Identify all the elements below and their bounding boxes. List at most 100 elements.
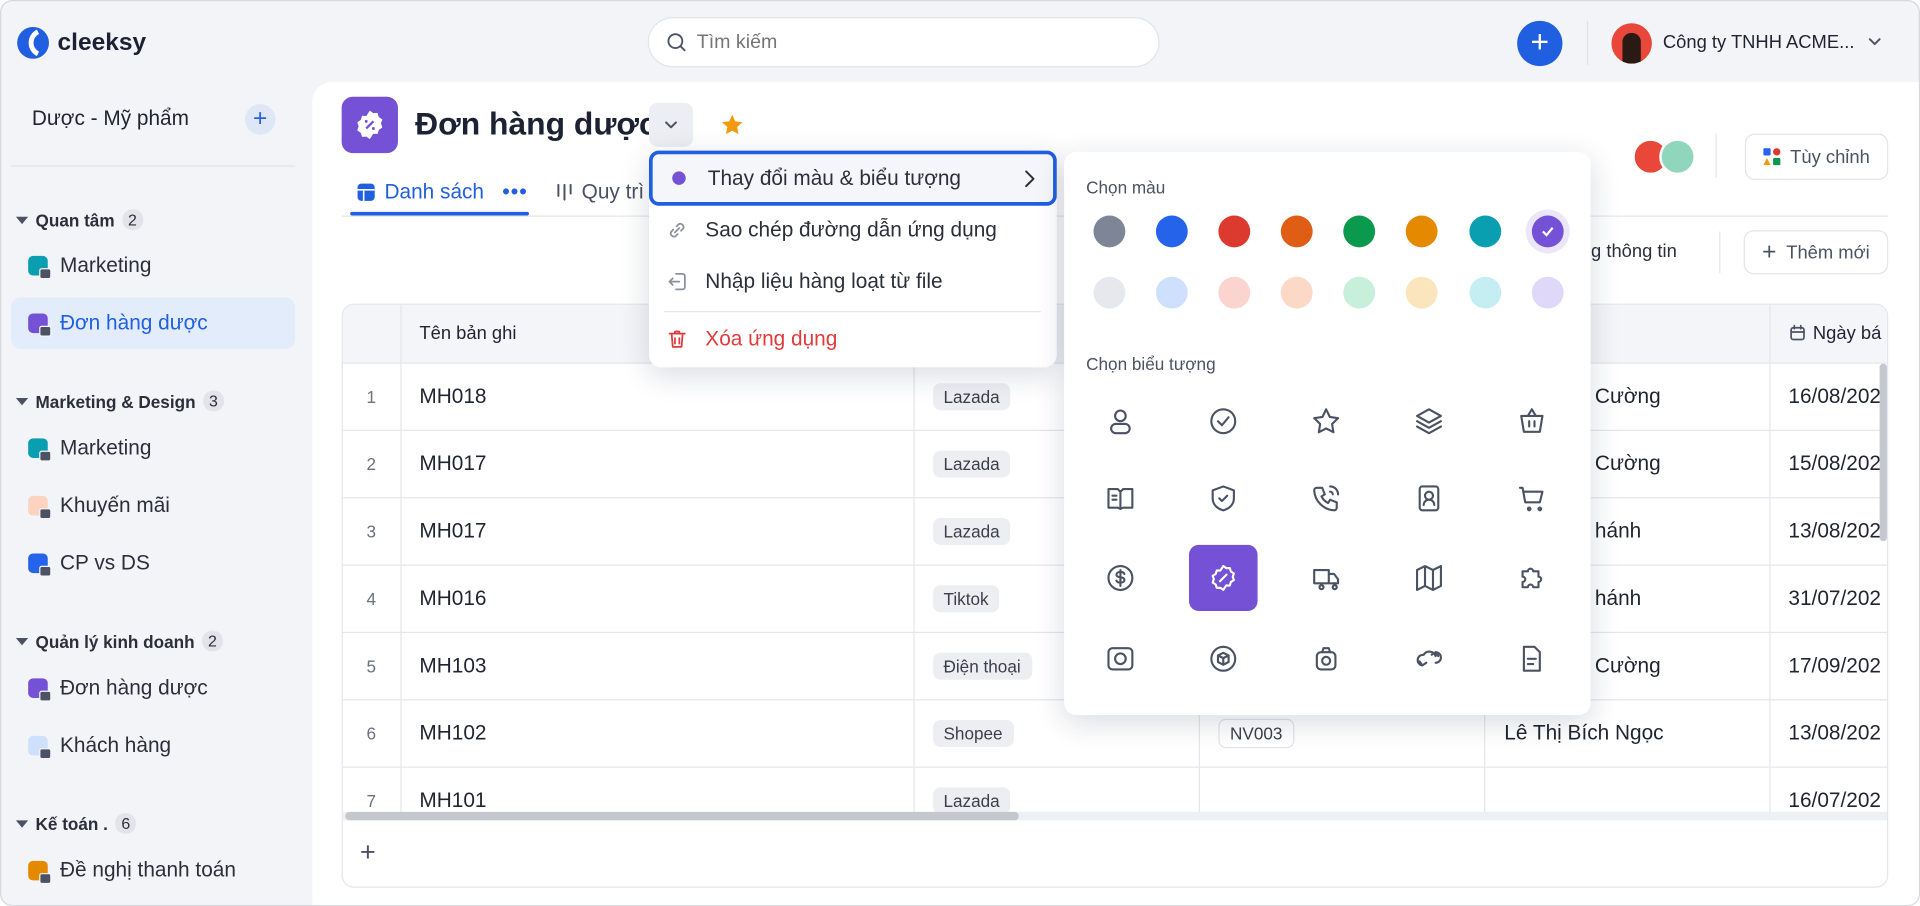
workspace-name[interactable]: Dược - Mỹ phẩm	[32, 107, 189, 131]
member-avatar[interactable]	[1659, 138, 1696, 176]
record-name-cell[interactable]: MH016	[400, 564, 915, 633]
horizontal-scrollbar[interactable]	[342, 811, 1887, 821]
icon-option[interactable]	[1086, 545, 1155, 611]
date-cell[interactable]: 15/08/202	[1769, 429, 1887, 498]
icon-option[interactable]	[1395, 388, 1464, 454]
tab-danh-sach[interactable]: Danh sách •••	[356, 180, 528, 204]
menu-item-import[interactable]: Nhập liệu hàng loạt từ file	[649, 256, 1057, 307]
color-swatch[interactable]	[1469, 215, 1502, 248]
color-swatch[interactable]	[1531, 215, 1564, 248]
icon-option[interactable]	[1188, 544, 1258, 612]
menu-item-delete-app[interactable]: Xóa ứng dụng	[649, 313, 1057, 364]
add-app-button[interactable]: +	[244, 104, 276, 135]
channel-tag: Lazada	[932, 786, 1011, 814]
menu-item-change-color-icon[interactable]: Thay đổi màu & biểu tượng	[648, 150, 1057, 206]
icon-option[interactable]	[1189, 388, 1258, 454]
sidebar-item[interactable]: Đề nghị thanh toán	[11, 845, 295, 896]
date-cell[interactable]: 13/08/202	[1769, 497, 1887, 566]
color-swatch-light[interactable]	[1093, 276, 1126, 309]
sidebar-group[interactable]: Quan tâm 2	[15, 209, 144, 231]
color-swatch-light[interactable]	[1405, 276, 1438, 309]
logo[interactable]: cleeksy	[16, 26, 146, 60]
record-name-cell[interactable]: MH017	[400, 497, 915, 566]
add-new-button[interactable]: + Thêm mới	[1743, 230, 1889, 275]
color-swatch[interactable]	[1405, 215, 1438, 248]
create-button[interactable]: +	[1517, 20, 1563, 67]
icon-option[interactable]	[1292, 545, 1361, 611]
sidebar-item[interactable]: Khuyến mãi	[11, 480, 295, 531]
sidebar-group[interactable]: Quản lý kinh doanh 2	[15, 630, 224, 652]
sidebar-item[interactable]: Khách hàng	[11, 720, 295, 771]
sidebar-item[interactable]: Đơn hàng dược	[11, 662, 295, 713]
sidebar-item[interactable]: Đơn hàng dược	[11, 297, 296, 349]
avatar[interactable]	[1611, 23, 1652, 64]
color-swatch-light[interactable]	[1531, 276, 1564, 309]
search-input[interactable]	[696, 31, 1138, 54]
record-name-cell[interactable]: MH017	[400, 429, 915, 498]
record-name-cell[interactable]: MH102	[400, 699, 915, 768]
record-name-cell[interactable]: MH103	[400, 631, 915, 700]
add-row-button[interactable]: +	[360, 836, 376, 868]
color-swatch[interactable]	[1155, 215, 1188, 248]
vertical-scrollbar[interactable]	[1879, 363, 1887, 542]
icon-option[interactable]	[1292, 465, 1361, 531]
info-button-label[interactable]: ng thông tin	[1581, 241, 1677, 262]
star-icon[interactable]	[720, 113, 744, 137]
icon-option[interactable]	[1395, 545, 1464, 611]
tab-quy-trinh[interactable]: Quy trì	[555, 180, 644, 204]
color-swatch-light[interactable]	[1218, 276, 1251, 309]
color-swatch[interactable]	[1218, 215, 1251, 248]
color-swatch-light[interactable]	[1280, 276, 1313, 309]
icon-option[interactable]	[1086, 626, 1155, 692]
column-header[interactable]: Ngày bá	[1769, 304, 1887, 364]
customize-button[interactable]: Tùy chỉnh	[1744, 133, 1889, 181]
channel-tag: Lazada	[932, 450, 1011, 477]
date-cell[interactable]: 31/07/202	[1769, 564, 1887, 633]
sidebar-group[interactable]: Marketing & Design 3	[15, 390, 225, 412]
color-swatch-light[interactable]	[1469, 276, 1502, 309]
column-header[interactable]	[342, 304, 402, 364]
more-icon[interactable]: •••	[502, 180, 528, 204]
record-name-cell[interactable]: MH018	[400, 362, 915, 431]
icon-option[interactable]	[1189, 626, 1258, 692]
map-icon	[1415, 564, 1442, 591]
color-swatch-light[interactable]	[1343, 276, 1376, 309]
sidebar-item-label: Đơn hàng dược	[60, 675, 208, 700]
search-bar[interactable]	[647, 17, 1160, 68]
icon-option[interactable]	[1395, 465, 1464, 531]
row-number: 2	[342, 429, 402, 498]
sidebar-item[interactable]: CP vs DS	[11, 538, 295, 589]
icon-option[interactable]	[1498, 388, 1567, 454]
company-name[interactable]: Công ty TNHH ACME...	[1663, 32, 1855, 53]
icon-option[interactable]	[1292, 626, 1361, 692]
icon-option[interactable]	[1189, 465, 1258, 531]
color-swatch[interactable]	[1343, 215, 1376, 248]
sidebar-item[interactable]: Marketing	[11, 422, 295, 473]
color-swatch[interactable]	[1093, 215, 1126, 248]
icon-option[interactable]	[1086, 465, 1155, 531]
icon-option[interactable]	[1498, 626, 1567, 692]
icon-option[interactable]	[1292, 388, 1361, 454]
app-icon	[28, 313, 52, 337]
date-cell[interactable]: 17/09/202	[1769, 631, 1887, 700]
icon-option[interactable]	[1498, 545, 1567, 611]
color-swatch-light[interactable]	[1155, 276, 1188, 309]
icon-option[interactable]	[1498, 465, 1567, 531]
app-icon[interactable]	[341, 96, 398, 154]
code-tag: NV003	[1217, 718, 1295, 748]
menu-item-copy-link[interactable]: Sao chép đường dẫn ứng dụng	[649, 204, 1057, 255]
app-options-button[interactable]	[648, 102, 694, 147]
color-section-label: Chọn màu	[1086, 177, 1166, 198]
sidebar-item[interactable]: Marketing	[11, 240, 295, 291]
sidebar-group[interactable]: Kế toán . 6	[15, 813, 137, 834]
chevron-down-icon[interactable]	[1867, 36, 1882, 48]
sidebar-item-label: Khách hàng	[60, 733, 172, 757]
row-number: 3	[342, 497, 402, 566]
date-cell[interactable]: 16/08/202	[1769, 362, 1887, 431]
date-cell[interactable]: 13/08/202	[1769, 699, 1887, 768]
color-swatch[interactable]	[1280, 215, 1313, 248]
book-icon	[1107, 488, 1134, 511]
icon-option[interactable]	[1395, 626, 1464, 692]
icon-option[interactable]	[1086, 388, 1155, 454]
scrollbar-thumb[interactable]	[345, 811, 1019, 821]
